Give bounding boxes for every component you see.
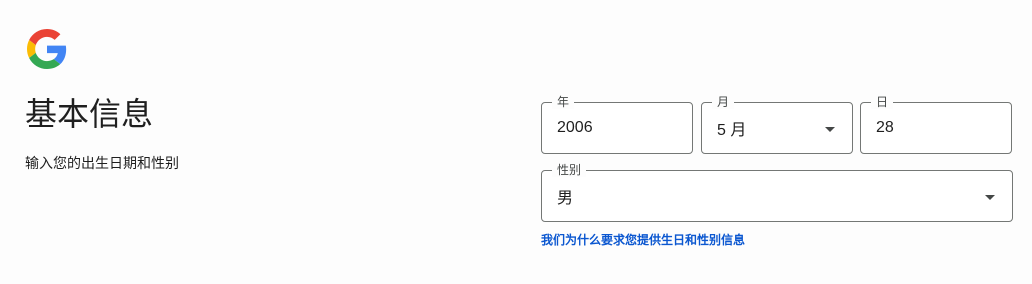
day-value: 28 [876, 119, 894, 136]
year-value: 2006 [557, 119, 593, 136]
day-field[interactable]: 日 28 [860, 95, 1012, 154]
month-select[interactable]: 月 5 月 [701, 95, 853, 154]
year-field[interactable]: 年 2006 [541, 95, 693, 154]
google-logo-icon [27, 29, 67, 69]
page-subtitle: 输入您的出生日期和性别 [25, 155, 179, 171]
page-title: 基本信息 [25, 96, 154, 132]
gender-dropdown-arrow-icon [985, 195, 995, 200]
month-value: 5 月 [717, 122, 747, 139]
month-dropdown-arrow-icon [825, 127, 835, 132]
gender-select[interactable]: 性别 男 [541, 163, 1013, 222]
gender-value: 男 [557, 190, 574, 207]
why-birthday-gender-link[interactable]: 我们为什么要求您提供生日和性别信息 [541, 231, 745, 249]
